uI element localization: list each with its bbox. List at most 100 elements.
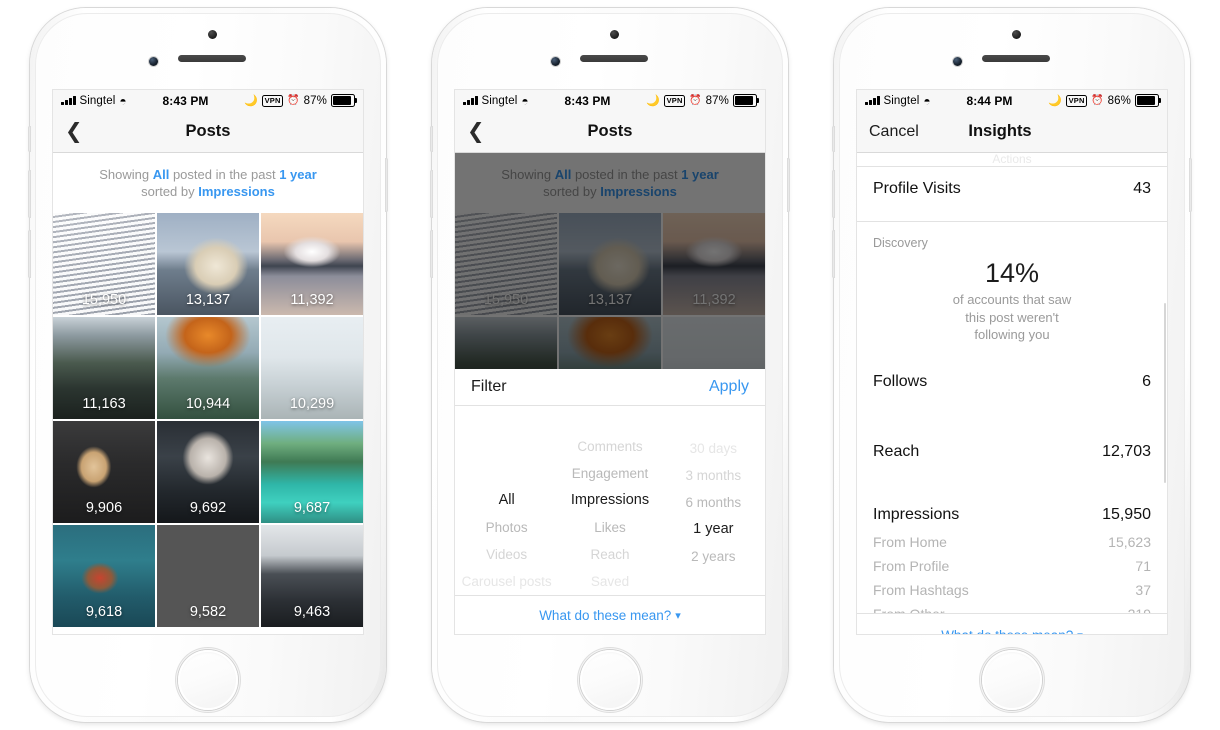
scroll-indicator[interactable]: [1163, 303, 1166, 483]
discovery-section-label: Discovery: [873, 236, 928, 250]
picker-option[interactable]: Likes: [594, 514, 626, 541]
sorted-prefix: sorted by: [543, 183, 601, 199]
picker-option[interactable]: 1 year: [693, 516, 733, 543]
picker-option[interactable]: 3 months: [686, 462, 742, 489]
picker-column-metric[interactable]: Comments Engagement Impressions Likes Reach S…: [558, 410, 661, 595]
picker-option[interactable]: Comments: [577, 433, 642, 460]
post-cell[interactable]: 10,944: [157, 316, 259, 419]
picker-option[interactable]: Impressions: [571, 487, 649, 514]
post-cell[interactable]: 9,692: [157, 420, 259, 523]
volume-up-button[interactable]: [832, 170, 835, 218]
filter-summary[interactable]: Showing All posted in the past 1 year so…: [53, 153, 363, 213]
impressions-source-label: From Profile: [873, 557, 950, 574]
post-cell[interactable]: 9,582: [157, 524, 259, 627]
volume-down-button[interactable]: [430, 230, 433, 278]
battery-percent: 87%: [303, 94, 327, 107]
filter-summary: Showing All posted in the past 1 year so…: [455, 153, 765, 213]
impressions-source-label: From Hashtags: [873, 581, 969, 598]
post-cell[interactable]: 15,950: [53, 212, 155, 315]
moon-icon: 🌙: [646, 95, 661, 107]
post-cell[interactable]: 15,950: [455, 212, 557, 315]
volume-up-button[interactable]: [28, 170, 31, 218]
showing-period[interactable]: 1 year: [279, 167, 317, 182]
post-cell[interactable]: 13,137: [157, 212, 259, 315]
silent-switch[interactable]: [28, 126, 31, 152]
chevron-left-icon[interactable]: ❮: [467, 121, 485, 142]
home-button[interactable]: [982, 650, 1042, 710]
wifi-icon: ◓: [923, 93, 931, 108]
what-do-these-mean-link[interactable]: What do these mean? ▾: [455, 595, 765, 634]
post-cell[interactable]: 13,137: [559, 212, 661, 315]
post-metric-value: 9,463: [293, 603, 331, 620]
showing-type[interactable]: All: [153, 167, 170, 182]
picker-option[interactable]: Photos: [486, 514, 528, 541]
volume-down-button[interactable]: [832, 230, 835, 278]
sorted-prefix: sorted by: [141, 183, 199, 199]
post-metric-value: 11,392: [692, 291, 736, 308]
impressions-label: Impressions: [873, 505, 960, 523]
power-button[interactable]: [787, 158, 790, 212]
picker-option[interactable]: Carousel posts: [462, 568, 552, 595]
wifi-icon: ◓: [119, 93, 127, 108]
post-cell[interactable]: 11,163: [53, 316, 155, 419]
post-metric-value: 10,944: [185, 395, 231, 412]
carrier-label: Singtel: [79, 94, 116, 107]
post-metric-value: 11,392: [290, 291, 334, 308]
profile-visits-value: 43: [1133, 180, 1151, 197]
post-cell[interactable]: 9,906: [53, 420, 155, 523]
wifi-icon: ◓: [521, 93, 529, 108]
silent-switch[interactable]: [832, 126, 835, 152]
power-button[interactable]: [1189, 158, 1192, 212]
impressions-value: 15,950: [1102, 505, 1151, 523]
earpiece-speaker: [982, 55, 1050, 62]
volume-down-button[interactable]: [28, 230, 31, 278]
picker-column-post-type[interactable]: All Photos Videos Carousel posts: [455, 410, 558, 595]
follows-value: 6: [1142, 372, 1151, 390]
showing-sort: Impressions: [600, 183, 677, 199]
picker-option[interactable]: All: [499, 487, 515, 514]
picker-option[interactable]: Saved: [591, 568, 629, 595]
alarm-clock-icon: ⏰: [1091, 95, 1104, 106]
home-button[interactable]: [178, 650, 238, 710]
post-cell[interactable]: 9,463: [261, 524, 363, 627]
insights-scroll-area[interactable]: Actions Profile Visits 43 Discovery 14% …: [857, 153, 1167, 634]
nav-bar: ❮ Posts: [455, 111, 765, 153]
chevron-down-icon: ▾: [675, 609, 681, 622]
picker-option[interactable]: 30 days: [690, 435, 737, 462]
battery-icon: [733, 94, 760, 107]
post-cell[interactable]: 9,687: [261, 420, 363, 523]
post-cell[interactable]: 11,392: [261, 212, 363, 315]
clock: 8:43 PM: [564, 93, 611, 108]
moon-icon: 🌙: [244, 95, 259, 107]
picker-option[interactable]: Reach: [590, 541, 629, 568]
phone-1: Singtel ◓ 8:43 PM 🌙 VPN ⏰ 87% ❮ Posts Sh…: [28, 8, 388, 722]
picker-option[interactable]: Engagement: [572, 460, 649, 487]
page-title: Posts: [185, 122, 231, 140]
power-button[interactable]: [385, 158, 388, 212]
chevron-left-icon[interactable]: ❮: [65, 121, 83, 142]
discovery-percent: 14%: [984, 258, 1040, 288]
home-button[interactable]: [580, 650, 640, 710]
showing-sort[interactable]: Impressions: [198, 184, 275, 199]
filter-picker[interactable]: All Photos Videos Carousel posts Comments Eng…: [455, 406, 765, 595]
picker-option[interactable]: 2 years: [691, 543, 735, 570]
post-cell[interactable]: 11,392: [663, 212, 765, 315]
impressions-source-label: From Home: [873, 533, 947, 550]
post-cell[interactable]: 9,618: [53, 524, 155, 627]
chevron-down-icon: ▾: [1077, 629, 1083, 635]
volume-up-button[interactable]: [430, 170, 433, 218]
post-cell[interactable]: 10,299: [261, 316, 363, 419]
picker-option[interactable]: Videos: [486, 541, 527, 568]
silent-switch[interactable]: [430, 126, 433, 152]
what-do-these-mean-link[interactable]: What do these mean? ▾: [857, 613, 1167, 634]
post-metric-value: 9,618: [85, 603, 123, 620]
apply-button[interactable]: Apply: [709, 378, 749, 396]
picker-column-time-period[interactable]: 30 days 3 months 6 months 1 year 2 years: [662, 410, 765, 595]
post-metric-value: 13,137: [587, 291, 633, 308]
status-bar: Singtel ◓ 8:43 PM 🌙 VPN ⏰ 87%: [455, 90, 765, 111]
front-camera-icon: [551, 57, 560, 66]
impressions-source-row: From Hashtags 37: [857, 578, 1167, 602]
impressions-source-row: From Home 15,623: [857, 530, 1167, 554]
picker-option[interactable]: 6 months: [686, 489, 742, 516]
